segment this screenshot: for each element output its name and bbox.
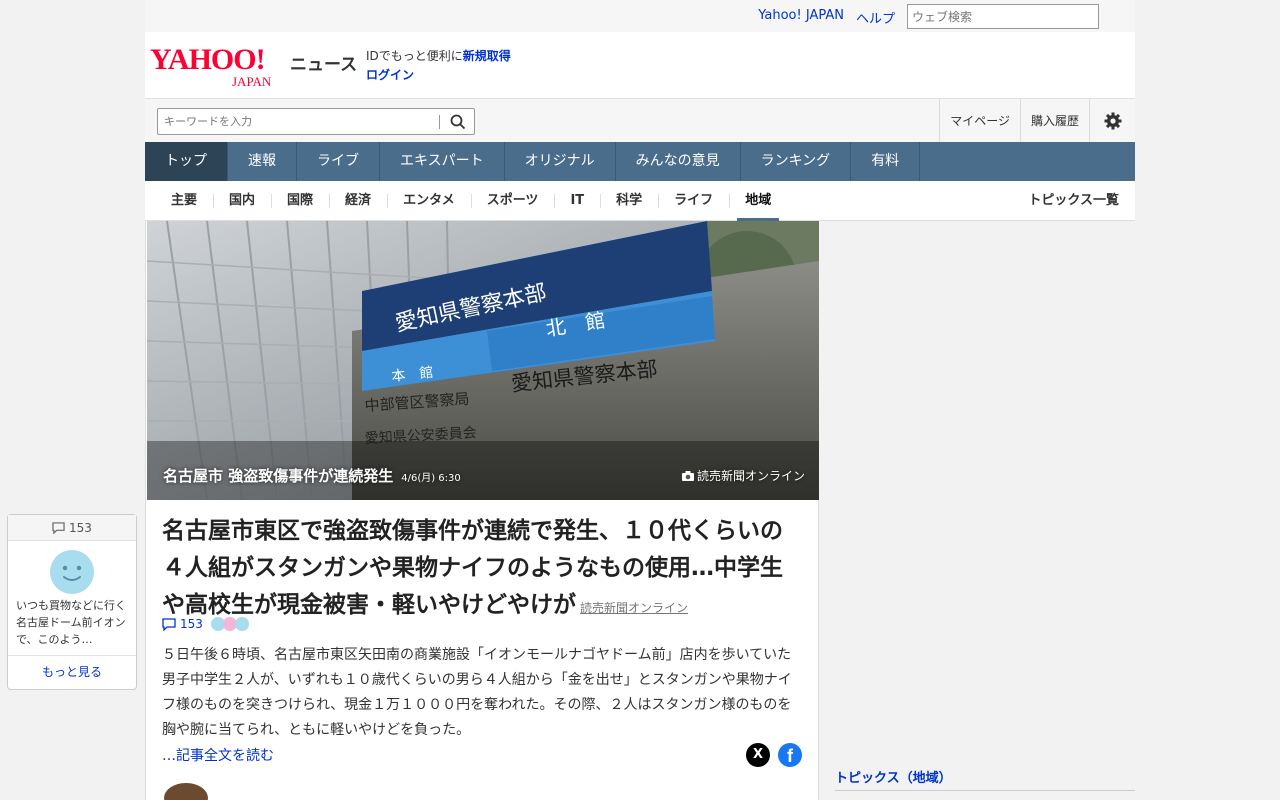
reaction-face-icon bbox=[234, 617, 249, 631]
category-main[interactable]: 主要 bbox=[155, 181, 213, 221]
tab-top[interactable]: トップ bbox=[145, 142, 228, 181]
web-search-input[interactable] bbox=[907, 4, 1099, 29]
article-summary: ５日午後６時頃、名古屋市東区矢田南の商業施設「イオンモールナゴヤドーム前」店内を… bbox=[162, 647, 792, 738]
tab-expert[interactable]: エキスパート bbox=[380, 142, 505, 181]
keyword-search-box bbox=[157, 108, 475, 135]
photo-caption-text: 名古屋市 強盗致傷事件が連続発生 bbox=[163, 467, 394, 485]
category-it[interactable]: IT bbox=[554, 181, 600, 221]
gear-icon bbox=[1104, 112, 1121, 130]
article-photo[interactable]: 愛知県警察本部 北 館 本 館 中部管区警察局 愛知県公安委員会 愛知県警察本部… bbox=[147, 221, 819, 500]
search-row: マイページ 購入履歴 bbox=[145, 98, 1135, 143]
share-buttons: X f bbox=[746, 743, 802, 767]
tab-ranking[interactable]: ランキング bbox=[741, 142, 852, 181]
logo-news-text: ニュース bbox=[290, 55, 358, 75]
yahoo-news-logo[interactable]: YAHOO! JAPAN ニュース bbox=[150, 43, 357, 90]
article-comment-count: 153 bbox=[180, 617, 203, 631]
category-nav: 主要 国内 国際 経済 エンタメ スポーツ IT 科学 ライフ 地域 トピックス… bbox=[145, 181, 1135, 221]
avatar bbox=[164, 783, 208, 800]
floating-comment-card: 153 いつも買物などに行く名古屋ドーム前イオンで、このよう… もっと見る bbox=[7, 514, 137, 690]
user-nav: マイページ 購入履歴 bbox=[939, 99, 1135, 143]
signup-link[interactable]: 新規取得 bbox=[463, 49, 511, 63]
tab-original[interactable]: オリジナル bbox=[505, 142, 616, 181]
keyword-search-input[interactable] bbox=[158, 109, 433, 134]
comment-card-count-text: 153 bbox=[68, 521, 92, 535]
article-headline: 名古屋市東区で強盗致傷事件が連続で発生、１０代くらいの４人組がスタンガンや果物ナ… bbox=[162, 513, 802, 627]
share-x-button[interactable]: X bbox=[746, 743, 770, 767]
tab-live[interactable]: ライブ bbox=[297, 142, 380, 181]
category-world[interactable]: 国際 bbox=[271, 181, 329, 221]
category-local[interactable]: 地域 bbox=[729, 181, 787, 221]
site-header: YAHOO! JAPAN ニュース IDでもっと便利に新規取得 ログイン bbox=[145, 32, 1135, 98]
top-links: Yahoo! JAPAN ヘルプ bbox=[758, 8, 895, 27]
search-icon[interactable] bbox=[450, 114, 466, 130]
comment-icon bbox=[52, 522, 65, 535]
photo-credit-text: 読売新聞オンライン bbox=[696, 469, 805, 483]
logo-japan-text: JAPAN bbox=[232, 74, 272, 89]
search-separator bbox=[439, 115, 440, 129]
category-domestic[interactable]: 国内 bbox=[213, 181, 271, 221]
category-list: 主要 国内 国際 経済 エンタメ スポーツ IT 科学 ライフ 地域 bbox=[155, 181, 787, 221]
photo-credit: 読売新聞オンライン bbox=[681, 467, 805, 484]
category-sports[interactable]: スポーツ bbox=[470, 181, 555, 221]
yahoo-japan-link[interactable]: Yahoo! JAPAN bbox=[758, 8, 844, 27]
smiley-avatar-icon bbox=[50, 550, 94, 594]
help-link[interactable]: ヘルプ bbox=[856, 8, 895, 27]
id-promo: IDでもっと便利に新規取得 ログイン bbox=[366, 47, 511, 85]
category-life[interactable]: ライフ bbox=[658, 181, 729, 221]
read-full-article-link[interactable]: …記事全文を読む bbox=[162, 745, 274, 765]
purchase-history-link[interactable]: 購入履歴 bbox=[1019, 99, 1089, 143]
comment-icon bbox=[162, 617, 176, 631]
comment-card-more-link[interactable]: もっと見る bbox=[8, 655, 136, 689]
comment-card-text: いつも買物などに行く名古屋ドーム前イオンで、このよう… bbox=[16, 599, 126, 646]
category-entertainment[interactable]: エンタメ bbox=[387, 181, 471, 221]
logo-yahoo-text: YAHOO! bbox=[150, 43, 266, 76]
login-link[interactable]: ログイン bbox=[366, 68, 414, 82]
article-source-link[interactable]: 読売新聞オンライン bbox=[580, 601, 688, 615]
id-promo-text: IDでもっと便利に bbox=[366, 49, 463, 63]
tab-breaking[interactable]: 速報 bbox=[228, 142, 297, 181]
mypage-link[interactable]: マイページ bbox=[939, 99, 1020, 143]
photo-time: 4/6(月) 6:30 bbox=[401, 473, 461, 484]
settings-button[interactable] bbox=[1089, 99, 1135, 143]
tab-opinions[interactable]: みんなの意見 bbox=[616, 142, 741, 181]
category-economy[interactable]: 経済 bbox=[329, 181, 387, 221]
article-comments-link[interactable]: 153 bbox=[162, 617, 249, 631]
tab-paid[interactable]: 有料 bbox=[851, 142, 921, 181]
article-headline-link[interactable]: 名古屋市東区で強盗致傷事件が連続で発生、１０代くらいの４人組がスタンガンや果物ナ… bbox=[162, 518, 783, 618]
topics-list-link[interactable]: トピックス一覧 bbox=[1028, 181, 1119, 221]
category-science[interactable]: 科学 bbox=[600, 181, 658, 221]
camera-icon bbox=[681, 470, 694, 481]
article-card: 愛知県警察本部 北 館 本 館 中部管区警察局 愛知県公安委員会 愛知県警察本部… bbox=[145, 221, 819, 800]
main-nav: トップ 速報 ライブ エキスパート オリジナル みんなの意見 ランキング 有料 bbox=[145, 142, 1135, 181]
share-facebook-button[interactable]: f bbox=[778, 743, 802, 767]
top-utility-bar: Yahoo! JAPAN ヘルプ bbox=[145, 0, 1135, 32]
police-hq-photo: 愛知県警察本部 北 館 本 館 中部管区警察局 愛知県公安委員会 愛知県警察本部 bbox=[147, 221, 819, 500]
photo-caption: 名古屋市 強盗致傷事件が連続発生 4/6(月) 6:30 bbox=[163, 465, 461, 486]
sidebar-topics-heading[interactable]: トピックス（地域） bbox=[835, 767, 1135, 791]
comment-card-count: 153 bbox=[8, 515, 136, 541]
